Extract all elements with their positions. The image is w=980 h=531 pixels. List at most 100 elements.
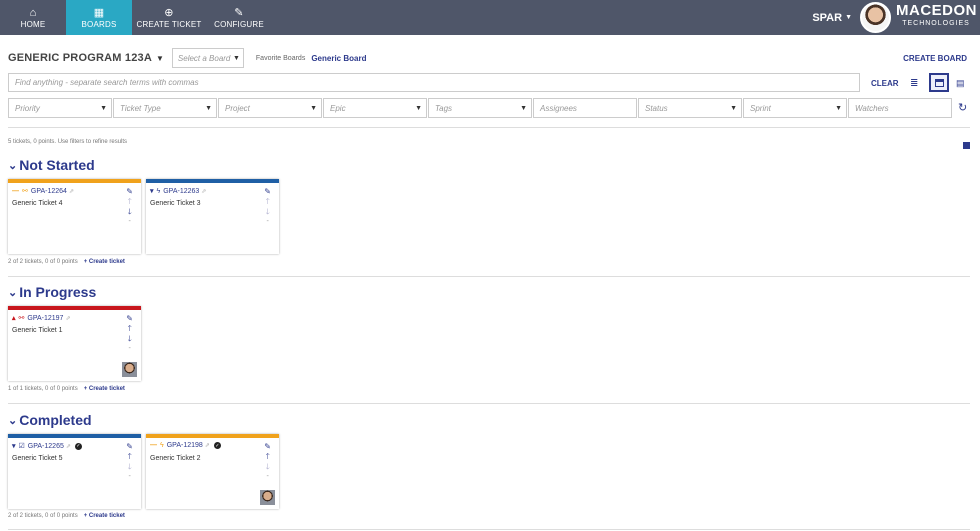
ticket-card[interactable]: ▴ ⚯ GPA-12197 ⇗ Generic Ticket 1 ✎ 🡑 🡓 - <box>8 306 141 381</box>
filter-ticket-type[interactable]: Ticket Type ▼ <box>113 98 217 118</box>
arrow-up-icon[interactable]: 🡑 <box>128 324 132 334</box>
external-link-icon[interactable]: ⇗ <box>66 443 71 450</box>
section-header-not-started[interactable]: ⌄ Not Started <box>8 157 95 173</box>
dash-icon: - <box>128 218 131 225</box>
epic-icon: ⚯ <box>18 315 25 322</box>
chevron-down-icon: ⌄ <box>8 159 18 172</box>
filter-assignees[interactable]: Assignees <box>533 98 637 118</box>
search-input[interactable]: Find anything - separate search terms wi… <box>8 73 860 92</box>
arrow-up-icon[interactable]: 🡑 <box>266 197 270 207</box>
nav-create-ticket[interactable]: ⊕ CREATE TICKET <box>132 0 206 35</box>
chevron-down-icon: ⌄ <box>8 286 18 299</box>
clear-button[interactable]: CLEAR <box>871 79 899 88</box>
nav-boards[interactable]: ▦ BOARDS <box>66 0 132 35</box>
edit-icon[interactable]: ✎ <box>126 187 133 197</box>
divider <box>8 403 970 404</box>
check-circle-icon: ✓ <box>213 442 221 449</box>
status-bar <box>8 179 141 183</box>
ticket-title: Generic Ticket 2 <box>150 455 201 462</box>
create-ticket-link[interactable]: + Create ticket <box>84 259 125 265</box>
edit-icon[interactable]: ✎ <box>126 442 133 452</box>
filter-priority[interactable]: Priority ▼ <box>8 98 112 118</box>
arrow-up-icon[interactable]: 🡑 <box>266 452 270 462</box>
filter-sprint[interactable]: Sprint ▼ <box>743 98 847 118</box>
list-view-icon[interactable]: ≣ <box>910 78 918 89</box>
board-view-icon[interactable] <box>929 73 949 92</box>
nav-home[interactable]: ⌂ HOME <box>0 0 66 35</box>
favorites-label: Favorite Boards <box>255 54 306 62</box>
dash-icon: - <box>128 345 131 352</box>
boards-icon: ▦ <box>93 6 105 19</box>
arrow-up-icon[interactable]: 🡑 <box>128 197 132 207</box>
arrow-down-icon[interactable]: 🡓 <box>128 462 132 472</box>
ticket-title: Generic Ticket 5 <box>12 455 63 462</box>
filter-status[interactable]: Status ▼ <box>638 98 742 118</box>
create-ticket-link[interactable]: + Create ticket <box>84 513 125 519</box>
create-ticket-link[interactable]: + Create ticket <box>84 386 125 392</box>
section-header-in-progress[interactable]: ⌄ In Progress <box>8 284 96 300</box>
favorite-board-link[interactable]: Generic Board <box>311 54 366 63</box>
epic-icon: ⚯ <box>22 188 28 195</box>
user-menu[interactable]: SPAR ▼ <box>812 0 852 35</box>
priority-high-icon: ▴ <box>12 315 16 322</box>
chevron-down-icon: ⌄ <box>8 414 18 427</box>
assignee-avatar[interactable] <box>260 490 275 505</box>
external-link-icon[interactable]: ⇗ <box>65 315 70 322</box>
ticket-key[interactable]: GPA-12265 <box>28 443 64 450</box>
nav-configure[interactable]: ✎ CONFIGURE <box>206 0 272 35</box>
edit-icon[interactable]: ✎ <box>264 442 271 452</box>
arrow-down-icon[interactable]: 🡓 <box>128 334 132 344</box>
brand-logo: MACEDON TECHNOLOGIES <box>896 2 977 28</box>
ticket-card[interactable]: ▾ ☑ GPA-12265 ⇗ ✓ Generic Ticket 5 ✎ 🡑 🡓 - <box>8 434 141 509</box>
chevron-down-icon[interactable]: ▼ <box>156 54 164 63</box>
board-toolbar: GENERIC PROGRAM 123A ▼ Select a Board ▼ F… <box>8 48 970 68</box>
divider <box>8 529 970 530</box>
ticket-card[interactable]: ▾ ϟ GPA-12263 ⇗ Generic Ticket 3 ✎ 🡑 🡓 - <box>146 179 279 254</box>
section-footer: 2 of 2 tickets, 0 of 0 points + Create ti… <box>8 513 125 519</box>
ticket-card[interactable]: — ϟ GPA-12198 ⇗ ✓ Generic Ticket 2 ✎ 🡑 🡓 - <box>146 434 279 509</box>
status-bar <box>8 434 141 438</box>
ticket-key[interactable]: GPA-12264 <box>31 188 67 195</box>
assignee-avatar[interactable] <box>122 362 137 377</box>
divider <box>8 127 970 128</box>
plus-circle-icon: ⊕ <box>164 6 174 19</box>
create-board-button[interactable]: CREATE BOARD <box>903 54 967 63</box>
external-link-icon[interactable]: ⇗ <box>69 188 74 195</box>
divider <box>8 276 970 277</box>
ticket-title: Generic Ticket 3 <box>150 200 201 207</box>
ticket-title: Generic Ticket 1 <box>12 327 63 334</box>
external-link-icon[interactable]: ⇗ <box>201 188 206 195</box>
priority-medium-icon: — <box>12 187 19 195</box>
chevron-down-icon: ▼ <box>310 104 317 112</box>
filter-bar: Priority ▼ Ticket Type ▼ Project ▼ Epic ▼ Ta… <box>8 98 953 118</box>
ticket-key[interactable]: GPA-12263 <box>163 188 199 195</box>
refresh-icon[interactable]: ↻ <box>958 101 967 114</box>
ticket-key[interactable]: GPA-12197 <box>27 315 63 322</box>
edit-icon[interactable]: ✎ <box>264 187 271 197</box>
edit-icon[interactable]: ✎ <box>126 314 133 324</box>
wrench-icon: ✎ <box>234 6 244 19</box>
bookmark-icon[interactable] <box>963 142 970 149</box>
results-summary: 5 tickets, 0 points. Use filters to refi… <box>8 139 128 145</box>
ticket-key[interactable]: GPA-12198 <box>167 442 203 449</box>
filter-project[interactable]: Project ▼ <box>218 98 322 118</box>
arrow-down-icon[interactable]: 🡓 <box>128 207 132 217</box>
dash-icon: - <box>266 218 269 225</box>
section-header-completed[interactable]: ⌄ Completed <box>8 412 92 428</box>
priority-low-icon: ▾ <box>12 443 16 450</box>
external-link-icon[interactable]: ⇗ <box>205 442 210 449</box>
ticket-card[interactable]: — ⚯ GPA-12264 ⇗ Generic Ticket 4 ✎ 🡑 🡓 - <box>8 179 141 254</box>
arrow-down-icon[interactable]: 🡓 <box>266 207 270 217</box>
calendar-view-icon[interactable]: ▤ <box>956 78 965 89</box>
priority-low-icon: ▾ <box>150 188 154 195</box>
filter-epic[interactable]: Epic ▼ <box>323 98 427 118</box>
user-avatar[interactable] <box>860 2 891 33</box>
arrow-down-icon[interactable]: 🡓 <box>266 462 270 472</box>
filter-tags[interactable]: Tags ▼ <box>428 98 532 118</box>
filter-watchers[interactable]: Watchers <box>848 98 952 118</box>
board-select[interactable]: Select a Board ▼ <box>171 48 244 68</box>
home-icon: ⌂ <box>29 6 37 19</box>
program-title[interactable]: GENERIC PROGRAM 123A <box>8 52 152 64</box>
arrow-up-icon[interactable]: 🡑 <box>128 452 132 462</box>
section-footer: 1 of 1 tickets, 0 of 0 points + Create ti… <box>8 386 125 392</box>
